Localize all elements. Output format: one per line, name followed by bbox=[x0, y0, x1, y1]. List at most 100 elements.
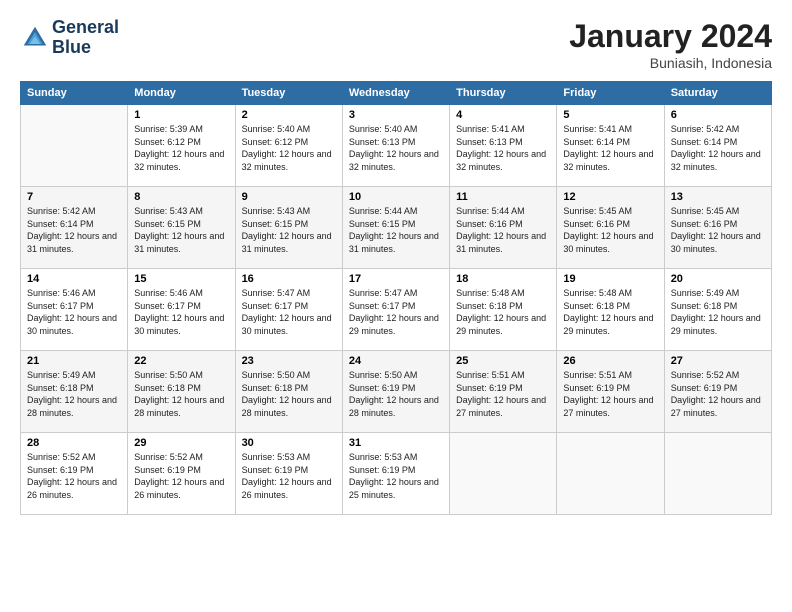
day-cell bbox=[21, 105, 128, 187]
day-number: 30 bbox=[242, 437, 336, 449]
day-cell bbox=[450, 433, 557, 515]
logo-text: General Blue bbox=[52, 18, 119, 58]
day-cell: 17Sunrise: 5:47 AM Sunset: 6:17 PM Dayli… bbox=[342, 269, 449, 351]
week-row-5: 28 Sunrise: 5:52 AM Sunset: 6:19 PM Dayli… bbox=[21, 433, 772, 515]
day-number: 24 bbox=[349, 355, 443, 367]
week-row-1: 1 Sunrise: 5:39 AM Sunset: 6:12 PM Daylig… bbox=[21, 105, 772, 187]
day-info: Sunrise: 5:51 AM Sunset: 6:19 PM Dayligh… bbox=[456, 369, 550, 419]
day-info: Sunrise: 5:45 AM Sunset: 6:16 PM Dayligh… bbox=[563, 205, 657, 255]
day-cell: 14 Sunrise: 5:46 AM Sunset: 6:17 PM Dayli… bbox=[21, 269, 128, 351]
day-number: 4 bbox=[456, 109, 550, 121]
day-info: Sunrise: 5:44 AM Sunset: 6:15 PM Dayligh… bbox=[349, 205, 443, 255]
day-number: 13 bbox=[671, 191, 765, 203]
day-cell: 28Sunrise: 5:52 AM Sunset: 6:19 PM Dayli… bbox=[21, 433, 128, 515]
day-number: 5 bbox=[563, 109, 657, 121]
day-number: 3 bbox=[349, 109, 443, 121]
day-number: 9 bbox=[242, 191, 336, 203]
day-cell: 4 Sunrise: 5:41 AM Sunset: 6:13 PM Daylig… bbox=[450, 105, 557, 187]
day-number: 1 bbox=[134, 109, 228, 121]
day-number: 8 bbox=[134, 191, 228, 203]
day-number: 22 bbox=[134, 355, 228, 367]
header-day-sunday: Sunday bbox=[21, 82, 128, 105]
day-info: Sunrise: 5:50 AM Sunset: 6:18 PM Dayligh… bbox=[242, 369, 336, 419]
day-cell: 29Sunrise: 5:52 AM Sunset: 6:19 PM Dayli… bbox=[128, 433, 235, 515]
day-info: Sunrise: 5:47 AM Sunset: 6:17 PM Dayligh… bbox=[242, 287, 336, 337]
location: Buniasih, Indonesia bbox=[569, 55, 772, 71]
day-info: Sunrise: 5:50 AM Sunset: 6:18 PM Dayligh… bbox=[134, 369, 228, 419]
day-info: Sunrise: 5:43 AM Sunset: 6:15 PM Dayligh… bbox=[242, 205, 336, 255]
day-cell: 18 Sunrise: 5:48 AM Sunset: 6:18 PM Dayli… bbox=[450, 269, 557, 351]
day-cell: 22 Sunrise: 5:50 AM Sunset: 6:18 PM Dayli… bbox=[128, 351, 235, 433]
day-number: 23 bbox=[242, 355, 336, 367]
day-cell: 26 Sunrise: 5:51 AM Sunset: 6:19 PM Dayli… bbox=[557, 351, 664, 433]
title-block: January 2024 Buniasih, Indonesia bbox=[569, 18, 772, 71]
day-number: 31 bbox=[349, 437, 443, 449]
day-cell: 23 Sunrise: 5:50 AM Sunset: 6:18 PM Dayli… bbox=[235, 351, 342, 433]
day-info: Sunrise: 5:40 AM Sunset: 6:13 PM Dayligh… bbox=[349, 123, 443, 173]
day-number: 2 bbox=[242, 109, 336, 121]
day-number: 7 bbox=[27, 191, 121, 203]
day-info: Sunrise: 5:44 AM Sunset: 6:16 PM Dayligh… bbox=[456, 205, 550, 255]
day-cell: 27 Sunrise: 5:52 AM Sunset: 6:19 PM Dayli… bbox=[664, 351, 771, 433]
day-info: Sunrise: 5:42 AM Sunset: 6:14 PM Dayligh… bbox=[27, 205, 121, 255]
day-number: 16 bbox=[242, 273, 336, 285]
day-info: Sunrise: 5:42 AM Sunset: 6:14 PM Dayligh… bbox=[671, 123, 765, 173]
day-info: Sunrise: 5:41 AM Sunset: 6:13 PM Dayligh… bbox=[456, 123, 550, 173]
day-cell: 30 Sunrise: 5:53 AM Sunset: 6:19 PM Dayli… bbox=[235, 433, 342, 515]
day-info: Sunrise: 5:43 AM Sunset: 6:15 PM Dayligh… bbox=[134, 205, 228, 255]
day-cell: 11 Sunrise: 5:44 AM Sunset: 6:16 PM Dayli… bbox=[450, 187, 557, 269]
day-cell: 10Sunrise: 5:44 AM Sunset: 6:15 PM Dayli… bbox=[342, 187, 449, 269]
page: General Blue January 2024 Buniasih, Indo… bbox=[0, 0, 792, 612]
day-number: 18 bbox=[456, 273, 550, 285]
day-cell: 20Sunrise: 5:49 AM Sunset: 6:18 PM Dayli… bbox=[664, 269, 771, 351]
day-cell: 13 Sunrise: 5:45 AM Sunset: 6:16 PM Dayli… bbox=[664, 187, 771, 269]
day-info: Sunrise: 5:50 AM Sunset: 6:19 PM Dayligh… bbox=[349, 369, 443, 419]
header-day-tuesday: Tuesday bbox=[235, 82, 342, 105]
week-row-2: 7 Sunrise: 5:42 AM Sunset: 6:14 PM Daylig… bbox=[21, 187, 772, 269]
day-info: Sunrise: 5:41 AM Sunset: 6:14 PM Dayligh… bbox=[563, 123, 657, 173]
day-number: 28 bbox=[27, 437, 121, 449]
week-row-3: 14 Sunrise: 5:46 AM Sunset: 6:17 PM Dayli… bbox=[21, 269, 772, 351]
day-cell: 15Sunrise: 5:46 AM Sunset: 6:17 PM Dayli… bbox=[128, 269, 235, 351]
day-cell: 1 Sunrise: 5:39 AM Sunset: 6:12 PM Daylig… bbox=[128, 105, 235, 187]
calendar-table: SundayMondayTuesdayWednesdayThursdayFrid… bbox=[20, 81, 772, 515]
day-cell: 12 Sunrise: 5:45 AM Sunset: 6:16 PM Dayli… bbox=[557, 187, 664, 269]
day-info: Sunrise: 5:45 AM Sunset: 6:16 PM Dayligh… bbox=[671, 205, 765, 255]
day-number: 25 bbox=[456, 355, 550, 367]
day-number: 11 bbox=[456, 191, 550, 203]
day-number: 12 bbox=[563, 191, 657, 203]
day-info: Sunrise: 5:53 AM Sunset: 6:19 PM Dayligh… bbox=[349, 451, 443, 501]
day-cell: 3 Sunrise: 5:40 AM Sunset: 6:13 PM Daylig… bbox=[342, 105, 449, 187]
day-number: 19 bbox=[563, 273, 657, 285]
day-number: 14 bbox=[27, 273, 121, 285]
header-day-saturday: Saturday bbox=[664, 82, 771, 105]
day-info: Sunrise: 5:52 AM Sunset: 6:19 PM Dayligh… bbox=[671, 369, 765, 419]
day-cell: 25 Sunrise: 5:51 AM Sunset: 6:19 PM Dayli… bbox=[450, 351, 557, 433]
header-day-wednesday: Wednesday bbox=[342, 82, 449, 105]
day-info: Sunrise: 5:39 AM Sunset: 6:12 PM Dayligh… bbox=[134, 123, 228, 173]
day-number: 17 bbox=[349, 273, 443, 285]
day-info: Sunrise: 5:48 AM Sunset: 6:18 PM Dayligh… bbox=[456, 287, 550, 337]
day-info: Sunrise: 5:52 AM Sunset: 6:19 PM Dayligh… bbox=[134, 451, 228, 501]
day-cell bbox=[557, 433, 664, 515]
day-info: Sunrise: 5:48 AM Sunset: 6:18 PM Dayligh… bbox=[563, 287, 657, 337]
header-day-friday: Friday bbox=[557, 82, 664, 105]
day-info: Sunrise: 5:53 AM Sunset: 6:19 PM Dayligh… bbox=[242, 451, 336, 501]
day-info: Sunrise: 5:49 AM Sunset: 6:18 PM Dayligh… bbox=[27, 369, 121, 419]
day-info: Sunrise: 5:51 AM Sunset: 6:19 PM Dayligh… bbox=[563, 369, 657, 419]
day-number: 26 bbox=[563, 355, 657, 367]
day-cell: 24 Sunrise: 5:50 AM Sunset: 6:19 PM Dayli… bbox=[342, 351, 449, 433]
day-number: 21 bbox=[27, 355, 121, 367]
day-number: 27 bbox=[671, 355, 765, 367]
day-info: Sunrise: 5:49 AM Sunset: 6:18 PM Dayligh… bbox=[671, 287, 765, 337]
day-info: Sunrise: 5:40 AM Sunset: 6:12 PM Dayligh… bbox=[242, 123, 336, 173]
day-cell: 2 Sunrise: 5:40 AM Sunset: 6:12 PM Daylig… bbox=[235, 105, 342, 187]
day-cell: 6 Sunrise: 5:42 AM Sunset: 6:14 PM Daylig… bbox=[664, 105, 771, 187]
day-cell: 21 Sunrise: 5:49 AM Sunset: 6:18 PM Dayli… bbox=[21, 351, 128, 433]
day-cell: 31 Sunrise: 5:53 AM Sunset: 6:19 PM Dayli… bbox=[342, 433, 449, 515]
day-info: Sunrise: 5:46 AM Sunset: 6:17 PM Dayligh… bbox=[27, 287, 121, 337]
header-day-thursday: Thursday bbox=[450, 82, 557, 105]
day-cell: 9 Sunrise: 5:43 AM Sunset: 6:15 PM Daylig… bbox=[235, 187, 342, 269]
header: General Blue January 2024 Buniasih, Indo… bbox=[20, 18, 772, 71]
day-number: 6 bbox=[671, 109, 765, 121]
